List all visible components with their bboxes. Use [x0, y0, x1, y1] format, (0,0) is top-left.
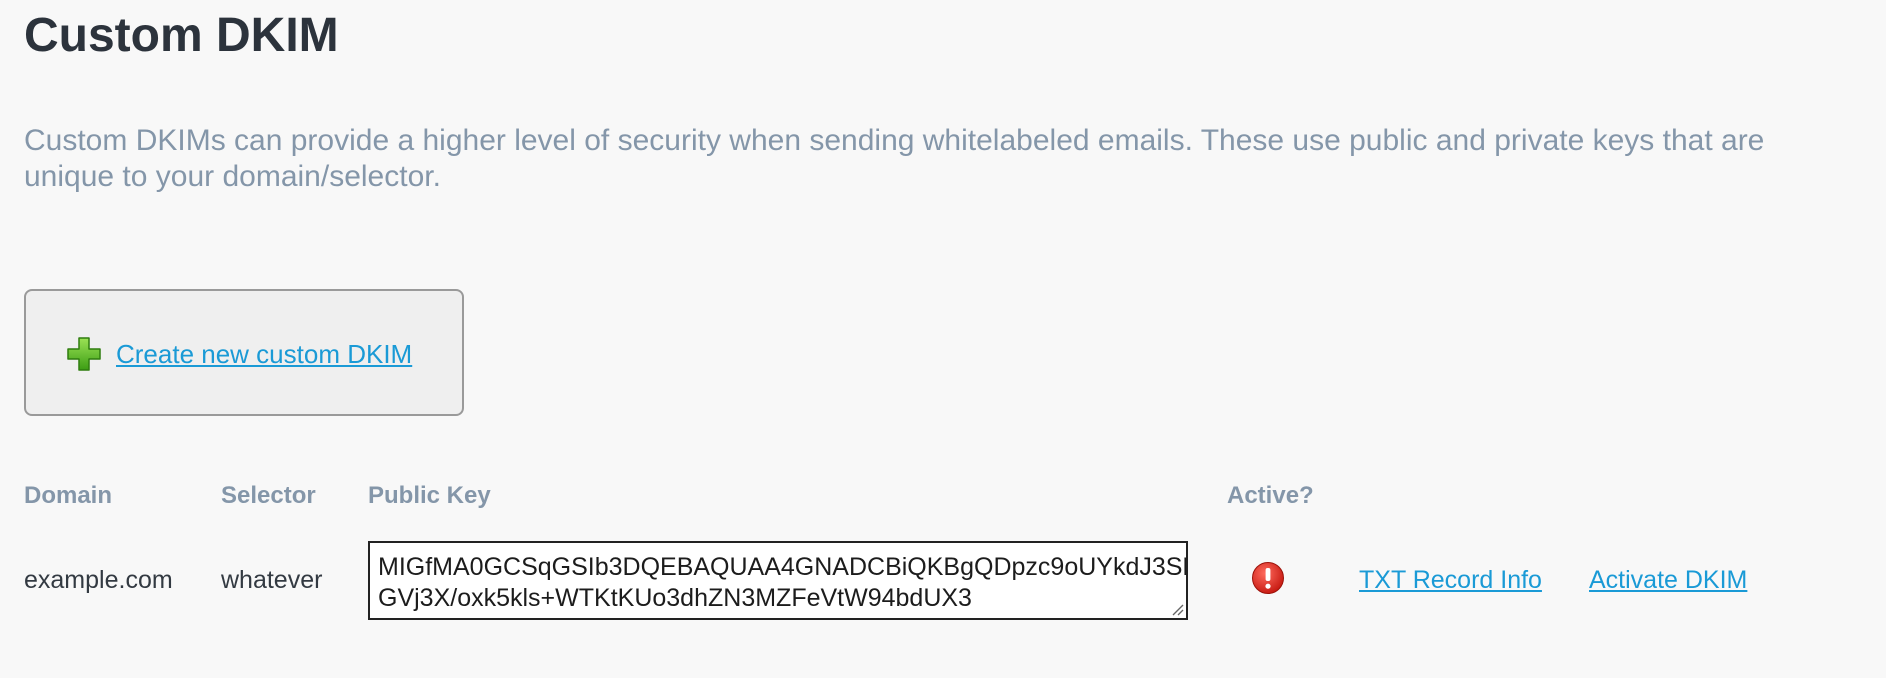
txt-record-info-link[interactable]: TXT Record Info	[1359, 564, 1542, 596]
page-title: Custom DKIM	[24, 9, 339, 62]
create-dkim-panel: Create new custom DKIM	[24, 289, 464, 416]
alert-icon	[1252, 562, 1284, 594]
column-header-active: Active?	[1227, 482, 1314, 509]
activate-dkim-link[interactable]: Activate DKIM	[1589, 564, 1747, 596]
domain-cell: example.com	[24, 566, 173, 594]
resize-handle-icon[interactable]	[1170, 602, 1184, 616]
plus-icon[interactable]	[66, 336, 102, 372]
public-key-textarea[interactable]: MIGfMA0GCSqGSIb3DQEBAQUAA4GNADCBiQKBgQDp…	[368, 541, 1188, 620]
column-header-selector: Selector	[221, 482, 316, 509]
public-key-text: MIGfMA0GCSqGSIb3DQEBAQUAA4GNADCBiQKBgQDp…	[378, 553, 1188, 612]
column-header-domain: Domain	[24, 482, 113, 509]
page-description: Custom DKIMs can provide a higher level …	[24, 124, 1765, 193]
create-dkim-link[interactable]: Create new custom DKIM	[116, 338, 412, 370]
column-header-public-key: Public Key	[368, 482, 491, 509]
selector-cell: whatever	[221, 566, 323, 594]
